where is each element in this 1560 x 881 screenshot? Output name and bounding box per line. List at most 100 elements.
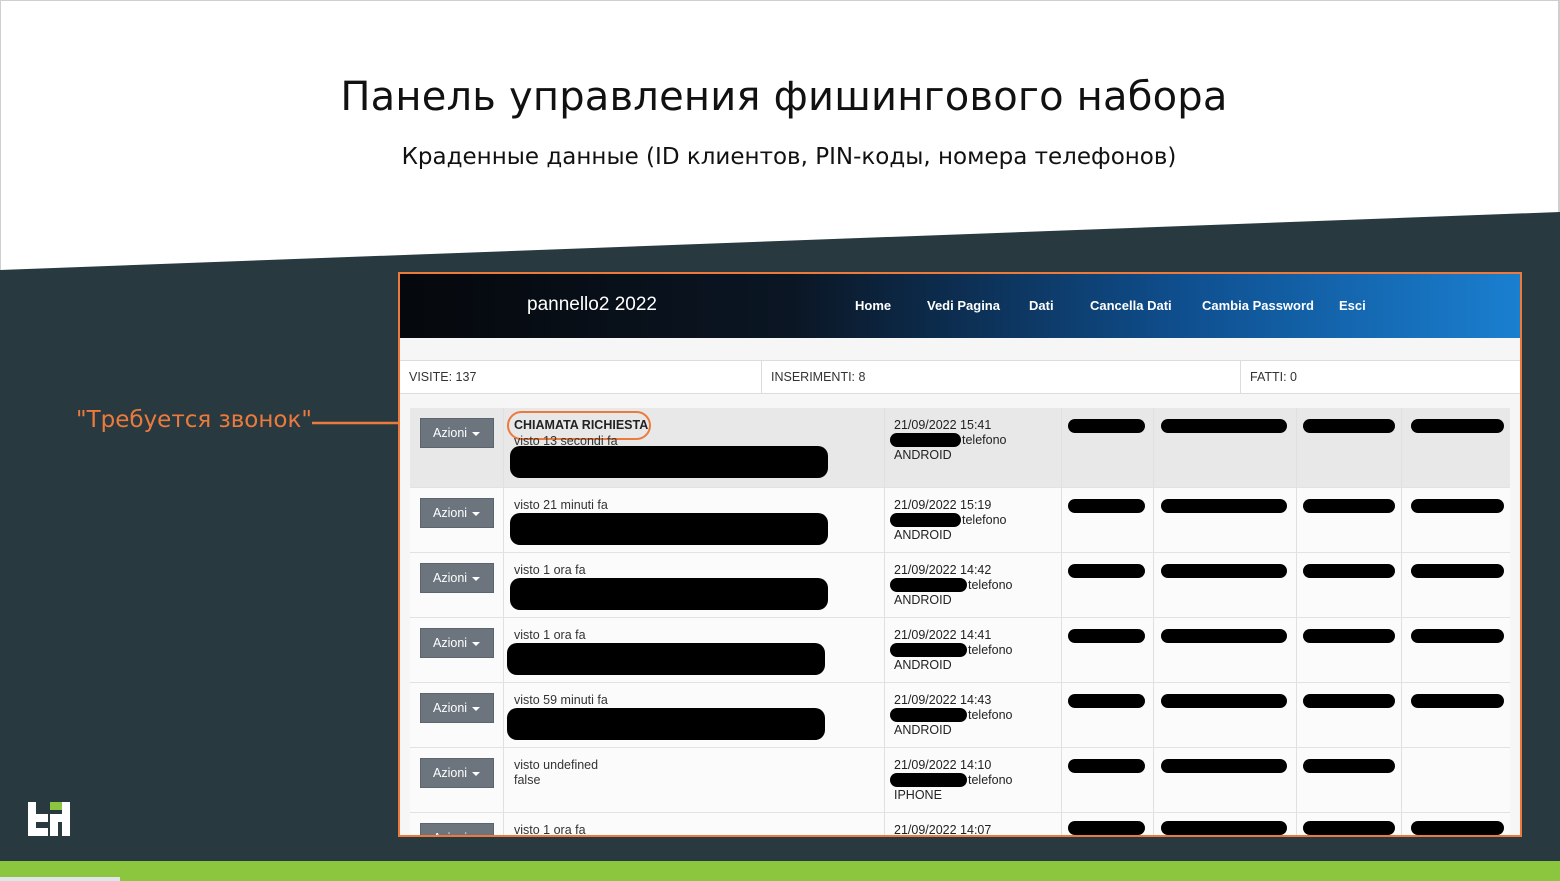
bottom-accent-stripe-light — [0, 877, 120, 881]
redacted-field — [1068, 821, 1145, 835]
last-seen: visto 1 ora fa — [514, 823, 586, 837]
bottom-accent-stripe — [0, 861, 1560, 881]
row-date: 21/09/2022 15:41 — [894, 418, 992, 432]
azioni-button[interactable]: Azioni — [420, 628, 494, 658]
phone-label: telefono — [968, 578, 1013, 592]
caret-down-icon — [472, 512, 480, 516]
nav-item-vedi-pagina[interactable]: Vedi Pagina — [927, 298, 1000, 313]
last-seen: visto undefined — [514, 758, 599, 772]
nav-item-cambia-password[interactable]: Cambia Password — [1202, 298, 1314, 313]
phone-label: telefono — [962, 433, 1007, 447]
device-os: IPHONE — [894, 788, 942, 802]
last-seen: visto 59 minuti fa — [514, 693, 608, 707]
redacted-field — [1303, 499, 1395, 513]
azioni-button[interactable]: Azioni — [420, 498, 494, 528]
redacted-phone — [890, 708, 967, 722]
redacted-field — [1411, 564, 1504, 578]
redacted-field — [1068, 629, 1145, 643]
azioni-button[interactable]: Azioni — [420, 758, 494, 788]
azioni-button[interactable]: Azioni — [420, 563, 494, 593]
redacted-field — [1068, 564, 1145, 578]
redacted-block — [507, 708, 825, 740]
nav-item-cancella-dati[interactable]: Cancella Dati — [1090, 298, 1172, 313]
redacted-block — [507, 643, 825, 675]
table-row: Azioni visto 1 ora fa 21/09/2022 14:41 t… — [410, 618, 1510, 683]
redacted-phone — [890, 643, 967, 657]
stats-bar: VISITE: 137 INSERIMENTI: 8 FATTI: 0 — [400, 360, 1520, 394]
redacted-block — [510, 578, 828, 610]
last-seen: visto 21 minuti fa — [514, 498, 608, 512]
caret-down-icon — [472, 642, 480, 646]
redacted-field — [1161, 564, 1287, 578]
redacted-field — [1303, 821, 1395, 835]
row-date: 21/09/2022 14:43 — [894, 693, 992, 707]
redacted-field — [1161, 821, 1287, 835]
redacted-field — [1303, 629, 1395, 643]
redacted-field — [1161, 759, 1287, 773]
redacted-phone — [890, 433, 961, 447]
device-os: ANDROID — [894, 528, 952, 542]
navbar: pannello2 2022 Home Vedi Pagina Dati Can… — [400, 274, 1520, 338]
table-row: Azioni visto 1 ora fa 21/09/2022 14:42 t… — [410, 553, 1510, 618]
redacted-field — [1161, 629, 1287, 643]
table-row: Azioni visto 21 minuti fa 21/09/2022 15:… — [410, 488, 1510, 553]
row-date: 21/09/2022 15:19 — [894, 498, 992, 512]
redacted-phone — [890, 578, 967, 592]
redacted-block — [510, 513, 828, 545]
nav-item-home[interactable]: Home — [855, 298, 891, 313]
row-extra-value: false — [514, 773, 541, 787]
redacted-phone — [890, 773, 967, 787]
slide-subtitle: Краденные данные (ID клиентов, PIN-коды,… — [401, 144, 1177, 170]
table-row: Azioni visto 59 minuti fa 21/09/2022 14:… — [410, 683, 1510, 748]
phone-label: telefono — [968, 643, 1013, 657]
table-row: Azioni visto 1 ora fa 21/09/2022 14:07 — [410, 813, 1510, 837]
last-seen: visto 1 ora fa — [514, 563, 586, 577]
phone-label: telefono — [968, 773, 1013, 787]
redacted-phone — [890, 513, 961, 527]
device-os: ANDROID — [894, 593, 952, 607]
redacted-field — [1303, 564, 1395, 578]
panel-brand[interactable]: pannello2 2022 — [527, 294, 657, 316]
row-date: 21/09/2022 14:42 — [894, 563, 992, 577]
redacted-field — [1161, 694, 1287, 708]
redacted-field — [1411, 629, 1504, 643]
redacted-field — [1161, 419, 1287, 433]
redacted-field — [1068, 694, 1145, 708]
redacted-field — [1411, 499, 1504, 513]
redacted-field — [1303, 419, 1395, 433]
company-logo-icon — [28, 802, 70, 836]
redacted-field — [1068, 759, 1145, 773]
nav-item-esci[interactable]: Esci — [1339, 298, 1366, 313]
azioni-button[interactable]: Azioni — [420, 823, 494, 835]
row-date: 21/09/2022 14:10 — [894, 758, 992, 772]
redacted-field — [1068, 499, 1145, 513]
azioni-button[interactable]: Azioni — [420, 418, 494, 448]
redacted-field — [1303, 694, 1395, 708]
table-row: Azioni CHIAMATA RICHIESTA visto 13 secon… — [410, 408, 1510, 488]
caret-down-icon — [472, 707, 480, 711]
table-row: Azioni visto undefined false 21/09/2022 … — [410, 748, 1510, 813]
phone-label: telefono — [968, 708, 1013, 722]
redacted-field — [1303, 759, 1395, 773]
stat-visite: VISITE: 137 — [400, 361, 762, 393]
device-os: ANDROID — [894, 658, 952, 672]
slide-title: Панель управления фишингового набора — [340, 74, 1228, 120]
redacted-field — [1411, 419, 1504, 433]
azioni-button[interactable]: Azioni — [420, 693, 494, 723]
stat-fatti: FATTI: 0 — [1250, 370, 1297, 384]
caret-down-icon — [472, 432, 480, 436]
phishing-panel-screenshot: pannello2 2022 Home Vedi Pagina Dati Can… — [398, 272, 1522, 837]
nav-item-dati[interactable]: Dati — [1029, 298, 1054, 313]
device-os: ANDROID — [894, 448, 952, 462]
callout-label: "Требуется звонок" — [76, 407, 312, 433]
redacted-block — [510, 446, 828, 478]
last-seen: visto 1 ora fa — [514, 628, 586, 642]
redacted-field — [1068, 419, 1145, 433]
redacted-field — [1411, 821, 1504, 835]
redacted-field — [1161, 499, 1287, 513]
redacted-field — [1411, 694, 1504, 708]
row-date: 21/09/2022 14:41 — [894, 628, 992, 642]
caret-down-icon — [472, 577, 480, 581]
stat-inserimenti: INSERIMENTI: 8 — [762, 361, 1241, 393]
row-date: 21/09/2022 14:07 — [894, 823, 992, 837]
